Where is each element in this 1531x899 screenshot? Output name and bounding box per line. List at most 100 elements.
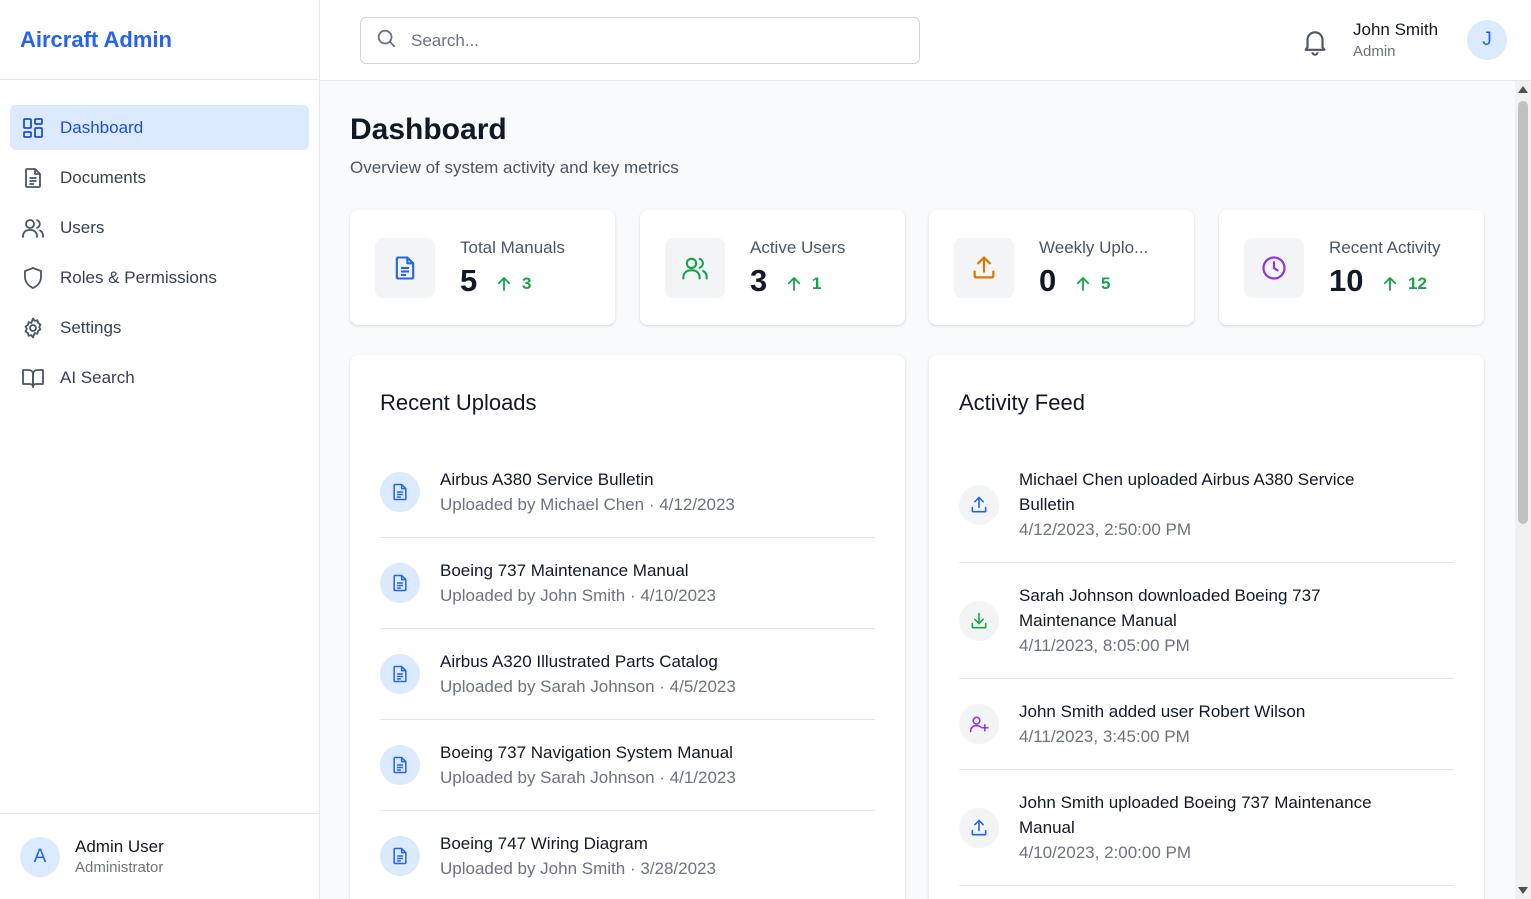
activity-text: Bulletin (1019, 495, 1075, 514)
stat-trend-value: 3 (522, 274, 532, 293)
sidebar-item-label: AI Search (60, 367, 135, 387)
list-item[interactable]: John Smith added user Robert Wilson 4/11… (959, 679, 1454, 770)
activity-text: Manual (1019, 818, 1075, 837)
search-box[interactable] (360, 17, 920, 64)
activity-text: John Smith uploaded Boeing 737 Maintenan… (1019, 793, 1372, 812)
activity-text: Sarah Johnson downloaded Boeing 737 (1019, 586, 1321, 605)
scrollbar-thumb[interactable] (1518, 101, 1528, 524)
upload-meta: Uploaded by Michael Chen · 4/12/2023 (440, 495, 735, 514)
upload-title: Boeing 747 Wiring Diagram (440, 834, 648, 853)
stat-value: 0 (1039, 263, 1057, 298)
stat-trend-value: 12 (1408, 274, 1427, 293)
stat-trend: 12 (1381, 274, 1427, 294)
document-icon (375, 238, 435, 298)
upload-title: Boeing 737 Navigation System Manual (440, 743, 733, 762)
list-item[interactable]: Boeing 737 Maintenance Manual Uploaded b… (380, 538, 875, 629)
stat-value: 10 (1329, 263, 1364, 298)
sidebar-item-roles-permissions[interactable]: Roles & Permissions (10, 255, 309, 300)
sidebar-nav: Dashboard Documents Users Roles & Permis… (0, 80, 319, 400)
sidebar-item-dashboard[interactable]: Dashboard (10, 105, 309, 150)
download-icon (959, 600, 999, 641)
upload-title: Airbus A380 Service Bulletin (440, 470, 654, 489)
header-user[interactable]: John Smith Admin (1353, 20, 1438, 60)
upload-icon (954, 238, 1014, 298)
stat-trend: 1 (785, 274, 821, 294)
stat-label: Active Users (750, 238, 846, 257)
activity-time: 4/11/2023, 3:45:00 PM (1019, 727, 1190, 746)
avatar: A (20, 836, 60, 877)
stat-card-recent-activity: Recent Activity 10 12 (1219, 210, 1484, 325)
header-user-name: John Smith (1353, 20, 1439, 39)
sidebar: Aircraft Admin Dashboard Documents Users… (0, 0, 320, 899)
stat-trend: 3 (495, 274, 531, 294)
list-item[interactable]: Boeing 747 Wiring Diagram Uploaded by Jo… (380, 811, 875, 899)
list-item[interactable]: Airbus A380 Service Bulletin Uploaded by… (380, 447, 875, 538)
stat-label: Weekly Uplo... (1039, 238, 1149, 257)
stat-card-active-users: Active Users 3 1 (640, 210, 905, 325)
top-header: John Smith Admin J (320, 0, 1531, 81)
stat-card-total-manuals: Total Manuals 5 3 (350, 210, 615, 325)
activity-text: John Smith added user Robert Wilson (1019, 702, 1306, 721)
upload-title: Boeing 737 Maintenance Manual (440, 561, 689, 580)
stat-label: Recent Activity (1329, 238, 1441, 257)
user-plus-icon (959, 704, 999, 744)
list-item[interactable]: Michael Chen uploaded Airbus A380 Servic… (959, 447, 1454, 563)
upload-meta: Uploaded by John Smith · 4/10/2023 (440, 586, 716, 605)
activity-feed-list: Michael Chen uploaded Airbus A380 Servic… (959, 447, 1454, 886)
document-icon (380, 654, 420, 694)
sidebar-item-ai-search[interactable]: AI Search (10, 355, 309, 400)
sidebar-user[interactable]: A Admin User Administrator (0, 813, 319, 899)
search-icon (375, 27, 397, 54)
sidebar-item-users[interactable]: Users (10, 205, 309, 250)
arrow-up-icon (1383, 277, 1397, 291)
stat-trend-value: 1 (812, 274, 822, 293)
book-icon (20, 365, 46, 391)
upload-icon (959, 807, 999, 848)
recent-uploads-list: Airbus A380 Service Bulletin Uploaded by… (380, 447, 875, 899)
sidebar-item-label: Users (60, 217, 105, 237)
document-icon (380, 472, 420, 512)
activity-text: Michael Chen uploaded Airbus A380 Servic… (1019, 470, 1355, 489)
recent-uploads-panel: Recent Uploads Airbus A380 Service Bulle… (350, 355, 905, 899)
stat-label: Total Manuals (460, 238, 565, 257)
list-item[interactable]: John Smith uploaded Boeing 737 Maintenan… (959, 770, 1454, 886)
sidebar-item-label: Settings (60, 317, 122, 337)
users-icon (665, 238, 725, 298)
scroll-down-arrow-icon[interactable] (1518, 887, 1528, 894)
upload-meta: Uploaded by Sarah Johnson · 4/1/2023 (440, 768, 736, 787)
arrow-up-icon (1076, 277, 1090, 291)
app-title[interactable]: Aircraft Admin (20, 27, 172, 53)
panel-title: Activity Feed (959, 390, 1085, 415)
sidebar-item-documents[interactable]: Documents (10, 155, 309, 200)
clock-icon (1244, 238, 1304, 298)
bell-icon[interactable] (1300, 26, 1330, 56)
main-scrollbar[interactable] (1515, 81, 1531, 899)
search-input[interactable] (411, 30, 891, 51)
panel-title: Recent Uploads (380, 390, 537, 415)
shield-icon (20, 265, 46, 291)
stat-value: 5 (460, 263, 478, 298)
user-role: Administrator (75, 859, 164, 876)
gear-icon (20, 315, 46, 341)
upload-icon (959, 484, 999, 525)
stat-trend-value: 5 (1101, 274, 1111, 293)
scroll-up-arrow-icon[interactable] (1518, 86, 1528, 93)
avatar[interactable]: J (1467, 20, 1507, 60)
list-item[interactable]: Sarah Johnson downloaded Boeing 737 Main… (959, 563, 1454, 679)
header-user-role: Admin (1353, 43, 1396, 60)
upload-title: Airbus A320 Illustrated Parts Catalog (440, 652, 718, 671)
list-item[interactable]: Boeing 737 Navigation System Manual Uplo… (380, 720, 875, 811)
stat-value: 3 (750, 263, 768, 298)
list-item[interactable]: Airbus A320 Illustrated Parts Catalog Up… (380, 629, 875, 720)
sidebar-item-label: Documents (60, 167, 146, 187)
document-icon (20, 165, 46, 191)
page-subtitle: Overview of system activity and key metr… (350, 158, 679, 177)
document-icon (380, 563, 420, 603)
sidebar-item-settings[interactable]: Settings (10, 305, 309, 350)
activity-time: 4/11/2023, 8:05:00 PM (1019, 636, 1190, 655)
page-title: Dashboard (350, 113, 507, 146)
arrow-up-icon (787, 277, 801, 291)
activity-time: 4/10/2023, 2:00:00 PM (1019, 843, 1192, 862)
arrow-up-icon (497, 277, 511, 291)
main-content: Dashboard Overview of system activity an… (320, 81, 1515, 899)
